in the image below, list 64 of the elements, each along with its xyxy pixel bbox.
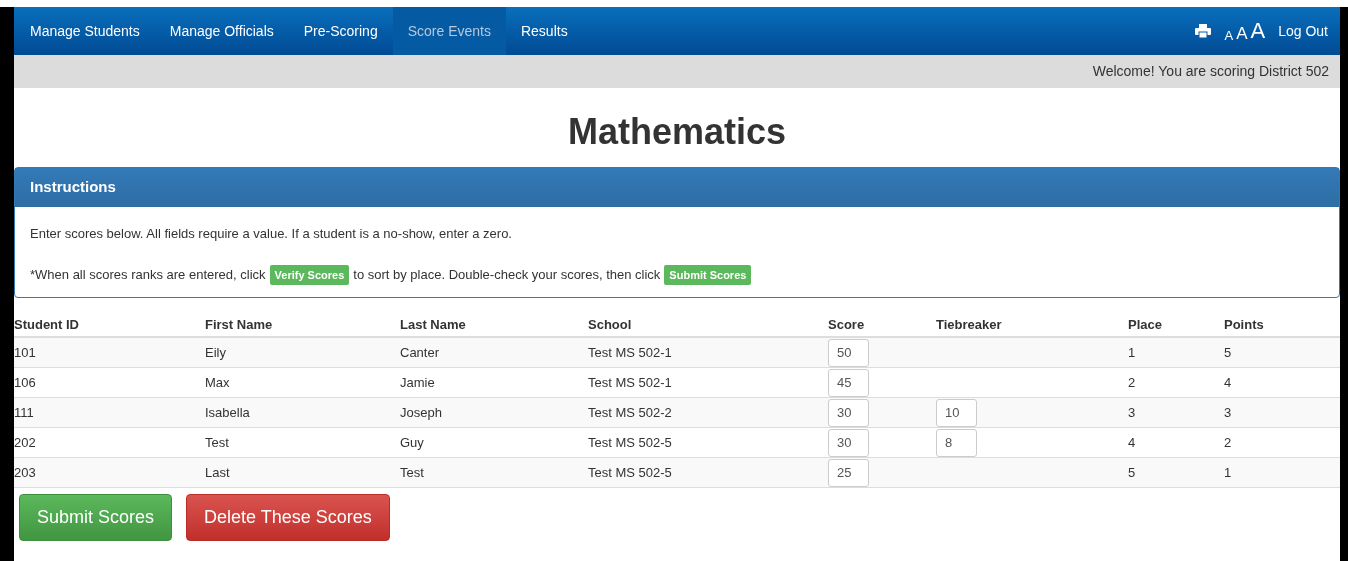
instruction-text: Enter scores below. All fields require a value. If a student is a no-show, enter a zero. <box>30 225 513 243</box>
page-title: Mathematics <box>566 110 788 154</box>
table-cell: 3 <box>1224 404 1232 420</box>
table-cell: Canter <box>400 344 440 360</box>
table-cell: 106 <box>14 374 36 390</box>
score-input[interactable]: 25 <box>828 458 869 487</box>
font-size-link[interactable]: A <box>1224 29 1234 42</box>
score-input[interactable]: 30 <box>828 428 869 457</box>
column-header: Tiebreaker <box>936 315 1003 334</box>
column-header: Last Name <box>400 315 467 334</box>
column-header: First Name <box>205 315 274 334</box>
print-icon[interactable] <box>1195 24 1212 38</box>
table-cell: 1 <box>1224 464 1232 480</box>
table-cell: Test MS 502-2 <box>588 404 672 420</box>
table-cell: 101 <box>14 344 36 360</box>
table-cell: 1 <box>1128 344 1136 360</box>
instruction-text: to sort by place. Double-check your scores, then click <box>353 266 661 284</box>
table-cell: Test MS 502-1 <box>588 344 672 360</box>
table-cell: 4 <box>1128 434 1136 450</box>
column-header: School <box>588 315 633 334</box>
score-input[interactable]: 45 <box>828 368 869 397</box>
tiebreaker-input[interactable]: 8 <box>936 428 977 457</box>
table-cell: Eily <box>205 344 226 360</box>
table-cell: 111 <box>14 404 34 420</box>
table-cell: Isabella <box>205 404 250 420</box>
table-cell: Joseph <box>400 404 442 420</box>
table-cell: 2 <box>1128 374 1136 390</box>
table-cell: Test <box>205 434 229 450</box>
instruction-text: *When all scores ranks are entered, click <box>30 266 266 284</box>
table-cell: 5 <box>1224 344 1232 360</box>
score-input[interactable]: 30 <box>828 398 869 427</box>
table-cell: 4 <box>1224 374 1232 390</box>
submit-scores-label: Submit Scores <box>664 264 752 285</box>
nav-tab[interactable]: Pre-Scoring <box>288 7 393 55</box>
table-cell: 2 <box>1224 434 1232 450</box>
column-header: Place <box>1128 315 1163 334</box>
column-header: Points <box>1224 315 1265 334</box>
panel-heading: Instructions <box>30 177 116 198</box>
tiebreaker-input[interactable]: 10 <box>936 398 977 427</box>
table-cell: Jamie <box>400 374 435 390</box>
table-cell: Last <box>205 464 230 480</box>
table-cell: Test MS 502-5 <box>588 464 672 480</box>
font-size-link[interactable]: A <box>1236 25 1248 42</box>
nav-tab[interactable]: Manage Students <box>15 7 155 55</box>
table-cell: Guy <box>400 434 424 450</box>
font-size-link[interactable]: A <box>1250 20 1266 42</box>
score-input[interactable]: 50 <box>828 338 869 367</box>
logout-link[interactable]: Log Out <box>1278 20 1328 42</box>
table-cell: 3 <box>1128 404 1136 420</box>
verify-scores-label: Verify Scores <box>269 264 350 285</box>
column-header: Student ID <box>14 315 80 334</box>
delete-scores-button[interactable]: Delete These Scores <box>186 494 390 541</box>
column-header: Score <box>828 315 866 334</box>
table-cell: Test MS 502-5 <box>588 434 672 450</box>
table-cell: 5 <box>1128 464 1136 480</box>
nav-tab[interactable]: Results <box>505 7 583 55</box>
nav-tab[interactable]: Manage Officials <box>154 7 289 55</box>
table-cell: 202 <box>14 434 36 450</box>
table-cell: Max <box>205 374 230 390</box>
table-cell: Test MS 502-1 <box>588 374 672 390</box>
table-cell: 203 <box>14 464 36 480</box>
nav-tab[interactable]: Score Events <box>392 7 506 55</box>
welcome-text: Welcome! You are scoring District 502 <box>1092 62 1329 81</box>
table-cell: Test <box>400 464 424 480</box>
